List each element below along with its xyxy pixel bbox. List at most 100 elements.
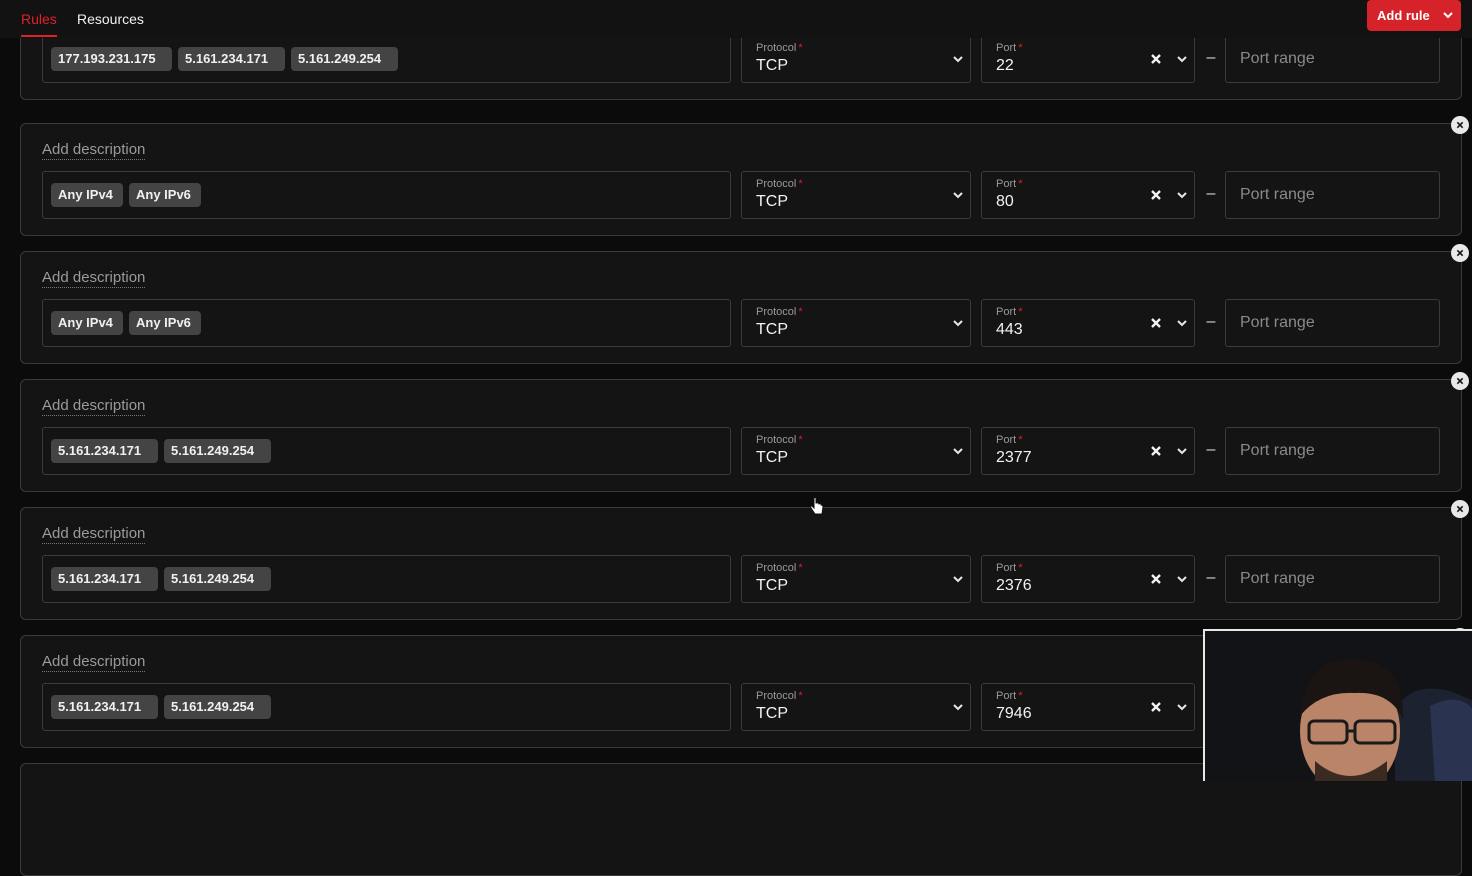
chevron-down-icon[interactable] bbox=[1176, 189, 1188, 201]
protocol-value: TCP bbox=[756, 705, 788, 722]
webcam-overlay bbox=[1203, 629, 1472, 781]
hand-cursor-icon bbox=[810, 497, 824, 515]
port-label-text: Port bbox=[996, 690, 1017, 702]
port-range-placeholder: Port range bbox=[1240, 442, 1315, 459]
protocol-select[interactable]: Protocol * TCP bbox=[741, 555, 971, 603]
port-label: Port * bbox=[996, 178, 1022, 190]
source-ips-input[interactable]: 177.193.231.175 5.161.234.171 5.161.249.25… bbox=[42, 35, 731, 83]
port-value: 2376 bbox=[996, 577, 1032, 594]
protocol-label: Protocol * bbox=[756, 562, 803, 574]
chevron-down-icon[interactable] bbox=[1176, 445, 1188, 457]
port-range-input[interactable]: Port range bbox=[1225, 555, 1440, 603]
source-chip[interactable]: 5.161.234.171 bbox=[51, 439, 158, 463]
source-chip[interactable]: 5.161.234.171 bbox=[178, 47, 285, 71]
tab-resources[interactable]: Resources bbox=[77, 11, 144, 27]
clear-port-icon[interactable] bbox=[1150, 189, 1162, 201]
required-mark: * bbox=[798, 562, 803, 574]
port-select[interactable]: Port * 2376 bbox=[981, 555, 1195, 603]
source-ips-input[interactable]: 5.161.234.171 5.161.249.254 bbox=[42, 683, 731, 731]
clear-port-icon[interactable] bbox=[1150, 53, 1162, 65]
protocol-label: Protocol * bbox=[756, 42, 803, 54]
source-ips-input[interactable]: Any IPv4 Any IPv6 bbox=[42, 171, 731, 219]
protocol-select[interactable]: Protocol * TCP bbox=[741, 683, 971, 731]
port-value: 80 bbox=[996, 193, 1014, 210]
rule-card: Add description Any IPv4 Any IPv6 Protocol *… bbox=[20, 116, 1469, 236]
port-range-placeholder: Port range bbox=[1240, 186, 1315, 203]
source-ips-input[interactable]: 5.161.234.171 5.161.249.254 bbox=[42, 427, 731, 475]
protocol-select[interactable]: Protocol * TCP bbox=[741, 171, 971, 219]
chevron-down-icon[interactable] bbox=[952, 189, 964, 201]
port-select[interactable]: Port * 7946 bbox=[981, 683, 1195, 731]
description-field[interactable]: Add description bbox=[42, 141, 146, 160]
source-chip[interactable]: Any IPv6 bbox=[129, 183, 201, 207]
source-ips-input[interactable]: 5.161.234.171 5.161.249.254 bbox=[42, 555, 731, 603]
required-mark: * bbox=[1018, 42, 1023, 54]
chevron-down-icon[interactable] bbox=[1176, 317, 1188, 329]
description-field[interactable]: Add description bbox=[42, 269, 146, 288]
port-label: Port * bbox=[996, 42, 1022, 54]
remove-rule-button[interactable] bbox=[1451, 116, 1469, 134]
remove-rule-button[interactable] bbox=[1451, 500, 1469, 518]
range-separator: – bbox=[1206, 569, 1216, 586]
source-chip[interactable]: 177.193.231.175 bbox=[51, 47, 172, 71]
port-value: 443 bbox=[996, 321, 1023, 338]
tab-rules[interactable]: Rules bbox=[21, 11, 57, 37]
close-icon[interactable] bbox=[1456, 249, 1464, 257]
source-chip[interactable]: 5.161.249.254 bbox=[164, 567, 271, 591]
port-range-placeholder: Port range bbox=[1240, 314, 1315, 331]
chevron-down-icon[interactable] bbox=[952, 573, 964, 585]
port-range-placeholder: Port range bbox=[1240, 50, 1315, 67]
chevron-down-icon[interactable] bbox=[952, 701, 964, 713]
protocol-value: TCP bbox=[756, 57, 788, 74]
close-icon[interactable] bbox=[1456, 377, 1464, 385]
clear-port-icon[interactable] bbox=[1150, 445, 1162, 457]
required-mark: * bbox=[798, 306, 803, 318]
close-icon[interactable] bbox=[1456, 505, 1464, 513]
source-chip[interactable]: 5.161.234.171 bbox=[51, 695, 158, 719]
clear-port-icon[interactable] bbox=[1150, 317, 1162, 329]
source-chip[interactable]: 5.161.249.254 bbox=[164, 695, 271, 719]
port-label-text: Port bbox=[996, 434, 1017, 446]
protocol-label-text: Protocol bbox=[756, 42, 797, 54]
port-range-input[interactable]: Port range bbox=[1225, 35, 1440, 83]
chevron-down-icon[interactable] bbox=[1176, 53, 1188, 65]
source-chip[interactable]: 5.161.249.254 bbox=[164, 439, 271, 463]
add-rule-button[interactable]: Add rule bbox=[1367, 0, 1461, 31]
source-chip[interactable]: Any IPv4 bbox=[51, 311, 123, 335]
chevron-down-icon[interactable] bbox=[952, 445, 964, 457]
source-chip[interactable]: 5.161.234.171 bbox=[51, 567, 158, 591]
description-field[interactable]: Add description bbox=[42, 525, 146, 544]
port-range-input[interactable]: Port range bbox=[1225, 171, 1440, 219]
port-label-text: Port bbox=[996, 562, 1017, 574]
remove-rule-button[interactable] bbox=[1451, 372, 1469, 390]
port-select[interactable]: Port * 443 bbox=[981, 299, 1195, 347]
port-label-text: Port bbox=[996, 178, 1017, 190]
chevron-down-icon[interactable] bbox=[1176, 701, 1188, 713]
protocol-select[interactable]: Protocol * TCP bbox=[741, 299, 971, 347]
chevron-down-icon[interactable] bbox=[952, 53, 964, 65]
chevron-down-icon[interactable] bbox=[952, 317, 964, 329]
protocol-label-text: Protocol bbox=[756, 690, 797, 702]
port-select[interactable]: Port * 2377 bbox=[981, 427, 1195, 475]
description-field[interactable]: Add description bbox=[42, 653, 146, 672]
source-chip[interactable]: Any IPv6 bbox=[129, 311, 201, 335]
protocol-select[interactable]: Protocol * TCP bbox=[741, 35, 971, 83]
remove-rule-button[interactable] bbox=[1451, 244, 1469, 262]
source-chip[interactable]: Any IPv4 bbox=[51, 183, 123, 207]
port-label-text: Port bbox=[996, 306, 1017, 318]
port-range-input[interactable]: Port range bbox=[1225, 299, 1440, 347]
port-label: Port * bbox=[996, 434, 1022, 446]
port-range-input[interactable]: Port range bbox=[1225, 427, 1440, 475]
description-field[interactable]: Add description bbox=[42, 397, 146, 416]
port-select[interactable]: Port * 80 bbox=[981, 171, 1195, 219]
port-select[interactable]: Port * 22 bbox=[981, 35, 1195, 83]
close-icon[interactable] bbox=[1456, 121, 1464, 129]
clear-port-icon[interactable] bbox=[1150, 701, 1162, 713]
chevron-down-icon[interactable] bbox=[1176, 573, 1188, 585]
source-chip[interactable]: 5.161.249.254 bbox=[291, 47, 398, 71]
source-ips-input[interactable]: Any IPv4 Any IPv6 bbox=[42, 299, 731, 347]
protocol-select[interactable]: Protocol * TCP bbox=[741, 427, 971, 475]
required-mark: * bbox=[798, 690, 803, 702]
required-mark: * bbox=[1018, 562, 1023, 574]
clear-port-icon[interactable] bbox=[1150, 573, 1162, 585]
